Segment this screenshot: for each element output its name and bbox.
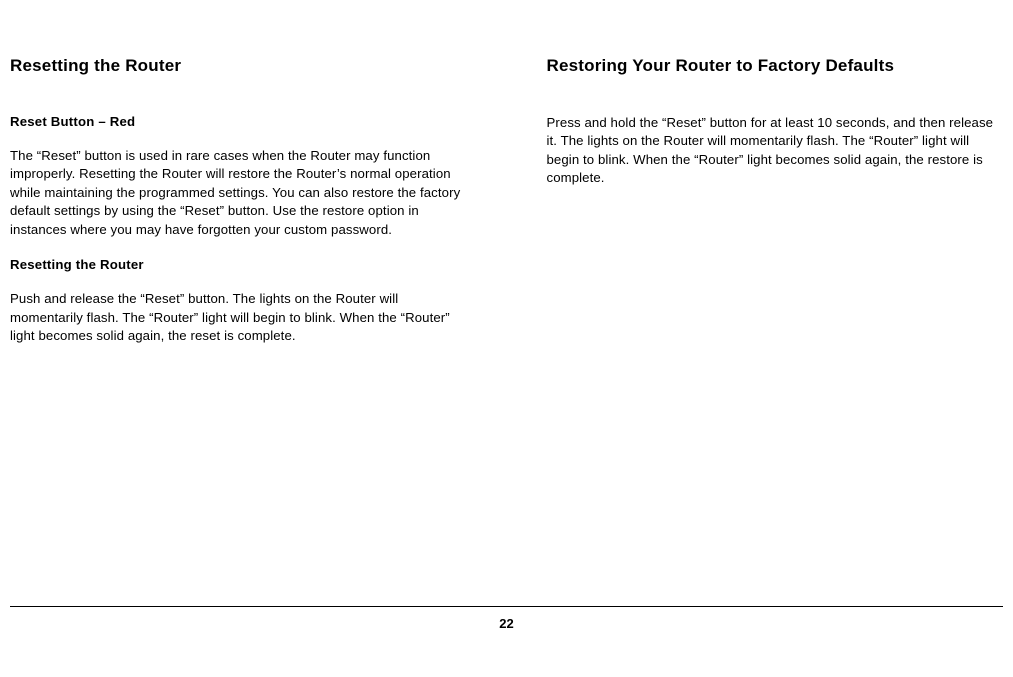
- section-title-right: Restoring Your Router to Factory Default…: [547, 56, 1004, 76]
- paragraph-reset-button: The “Reset” button is used in rare cases…: [10, 147, 467, 239]
- footer-divider: [10, 606, 1003, 607]
- paragraph-factory-defaults: Press and hold the “Reset” button for at…: [547, 114, 1004, 188]
- section-title-left: Resetting the Router: [10, 56, 467, 76]
- paragraph-resetting-router: Push and release the “Reset” button. The…: [10, 290, 467, 345]
- subheading-resetting-router: Resetting the Router: [10, 257, 467, 272]
- subheading-reset-button: Reset Button – Red: [10, 114, 467, 129]
- left-column: Resetting the Router Reset Button – Red …: [10, 56, 467, 364]
- document-page: Resetting the Router Reset Button – Red …: [0, 0, 1013, 677]
- content-columns: Resetting the Router Reset Button – Red …: [0, 0, 1013, 364]
- right-column: Restoring Your Router to Factory Default…: [547, 56, 1004, 364]
- page-number: 22: [0, 616, 1013, 631]
